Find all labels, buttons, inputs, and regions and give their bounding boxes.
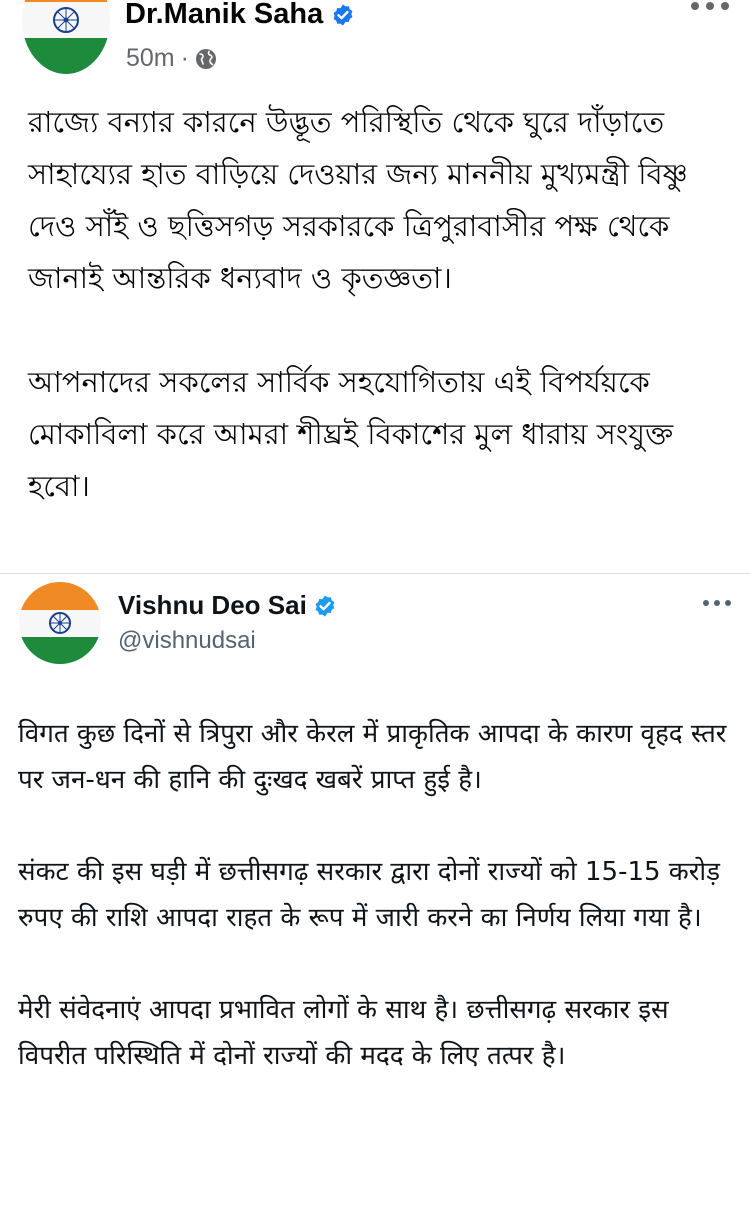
- post-paragraph: রাজ্যে বন্যার কারনে উদ্ভূত পরিস্থিতি থেক…: [28, 105, 688, 295]
- globe-icon[interactable]: [195, 48, 217, 70]
- verified-badge-icon: [331, 3, 355, 27]
- author-avatar[interactable]: [22, 0, 110, 74]
- post-paragraph: विगत कुछ दिनों से त्रिपुरा और केरल में प…: [18, 719, 727, 795]
- author-avatar[interactable]: [19, 582, 101, 664]
- more-options-icon[interactable]: [690, 0, 730, 14]
- author-name[interactable]: Dr.Manik Saha: [125, 0, 323, 31]
- verified-badge-icon: [313, 594, 337, 618]
- more-options-icon[interactable]: [702, 598, 732, 608]
- post-body: রাজ্যে বন্যার কারনে উদ্ভূত পরিস্থিতি থেক…: [28, 96, 740, 512]
- facebook-post: Dr.Manik Saha 50m · রাজ্যে বন্যার কারনে …: [0, 0, 750, 573]
- x-post: Vishnu Deo Sai @vishnudsai विगत कुछ दिनो…: [0, 574, 750, 1231]
- post-body: विगत कुछ दिनों से त्रिपुरा और केरल में प…: [18, 711, 740, 1079]
- author-name-row[interactable]: Dr.Manik Saha: [125, 0, 355, 31]
- author-handle[interactable]: @vishnudsai: [118, 627, 256, 655]
- meta-separator: ·: [180, 44, 189, 72]
- post-paragraph: আপনাদের সকলের সার্বিক সহযোগিতায় এই বিপর…: [28, 365, 674, 503]
- author-name[interactable]: Vishnu Deo Sai: [118, 590, 307, 621]
- post-timestamp[interactable]: 50m: [126, 44, 175, 73]
- author-name-row[interactable]: Vishnu Deo Sai: [118, 590, 337, 621]
- post-meta: 50m ·: [126, 44, 217, 73]
- post-paragraph: मेरी संवेदनाएं आपदा प्रभावित लोगों के सा…: [18, 995, 669, 1071]
- post-paragraph: संकट की इस घड़ी में छत्तीसगढ़ सरकार द्वा…: [18, 857, 721, 933]
